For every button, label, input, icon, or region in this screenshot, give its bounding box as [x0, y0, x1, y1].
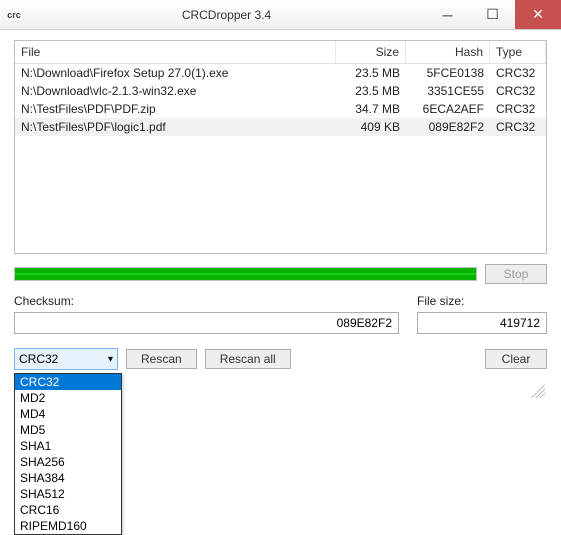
stop-button[interactable]: Stop	[485, 264, 547, 284]
checksum-label: Checksum:	[14, 294, 399, 308]
cell-size: 23.5 MB	[336, 64, 406, 82]
close-button[interactable]: ✕	[515, 0, 561, 29]
algorithm-option[interactable]: CRC32	[15, 374, 121, 390]
algorithm-option[interactable]: SHA512	[15, 486, 121, 502]
cell-file: N:\Download\vlc-2.1.3-win32.exe	[15, 82, 336, 100]
algorithm-option[interactable]: SHA384	[15, 470, 121, 486]
app-icon: crc	[0, 10, 28, 20]
chevron-down-icon: ▾	[108, 354, 113, 365]
algorithm-option[interactable]: SHA256	[15, 454, 121, 470]
cell-size: 34.7 MB	[336, 100, 406, 118]
algorithm-option[interactable]: MD5	[15, 422, 121, 438]
cell-hash: 089E82F2	[406, 118, 490, 136]
cell-size: 23.5 MB	[336, 82, 406, 100]
table-row[interactable]: N:\Download\vlc-2.1.3-win32.exe23.5 MB33…	[15, 82, 546, 100]
minimize-button[interactable]: ─	[425, 0, 470, 29]
cell-file: N:\TestFiles\PDF\logic1.pdf	[15, 118, 336, 136]
algorithm-option[interactable]: RIPEMD160	[15, 518, 121, 534]
cell-file: N:\Download\Firefox Setup 27.0(1).exe	[15, 64, 336, 82]
algorithm-option[interactable]: MD2	[15, 390, 121, 406]
clear-button[interactable]: Clear	[485, 349, 547, 369]
column-headers[interactable]: File Size Hash Type	[15, 41, 546, 64]
progress-bar	[14, 267, 477, 281]
filesize-field[interactable]	[417, 312, 547, 334]
col-size[interactable]: Size	[336, 41, 406, 63]
cell-file: N:\TestFiles\PDF\PDF.zip	[15, 100, 336, 118]
cell-type: CRC32	[490, 64, 546, 82]
cell-hash: 3351CE55	[406, 82, 490, 100]
file-list[interactable]: File Size Hash Type N:\Download\Firefox …	[14, 40, 547, 254]
algorithm-option[interactable]: CRC16	[15, 502, 121, 518]
algorithm-selected: CRC32	[19, 352, 58, 366]
col-hash[interactable]: Hash	[406, 41, 490, 63]
title-bar: crc CRCDropper 3.4 ─ ☐ ✕	[0, 0, 561, 30]
table-row[interactable]: N:\Download\Firefox Setup 27.0(1).exe23.…	[15, 64, 546, 82]
cell-type: CRC32	[490, 118, 546, 136]
cell-type: CRC32	[490, 100, 546, 118]
algorithm-option[interactable]: SHA1	[15, 438, 121, 454]
cell-size: 409 KB	[336, 118, 406, 136]
table-row[interactable]: N:\TestFiles\PDF\logic1.pdf409 KB089E82F…	[15, 118, 546, 136]
algorithm-option[interactable]: MD4	[15, 406, 121, 422]
rescan-all-button[interactable]: Rescan all	[205, 349, 291, 369]
cell-type: CRC32	[490, 82, 546, 100]
window-title: CRCDropper 3.4	[28, 8, 425, 22]
checksum-field[interactable]	[14, 312, 399, 334]
algorithm-dropdown[interactable]: CRC32MD2MD4MD5SHA1SHA256SHA384SHA512CRC1…	[14, 373, 122, 535]
col-type[interactable]: Type	[490, 41, 546, 63]
table-row[interactable]: N:\TestFiles\PDF\PDF.zip34.7 MB6ECA2AEFC…	[15, 100, 546, 118]
cell-hash: 5FCE0138	[406, 64, 490, 82]
col-file[interactable]: File	[15, 41, 336, 63]
resize-grip[interactable]	[531, 384, 545, 398]
algorithm-select[interactable]: CRC32 ▾	[14, 348, 118, 370]
rescan-button[interactable]: Rescan	[126, 349, 197, 369]
cell-hash: 6ECA2AEF	[406, 100, 490, 118]
maximize-button[interactable]: ☐	[470, 0, 515, 29]
filesize-label: File size:	[417, 294, 547, 308]
